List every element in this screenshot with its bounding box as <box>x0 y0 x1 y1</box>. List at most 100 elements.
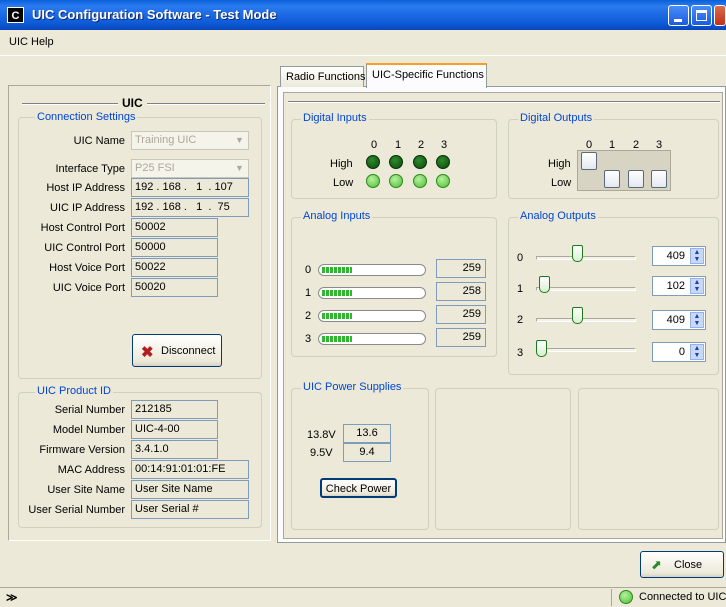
di-2-high-led <box>413 155 427 169</box>
ao-2-value: 409 <box>666 314 685 326</box>
ao-0-slider[interactable] <box>536 256 636 260</box>
ao-3-slider-thumb[interactable] <box>536 340 547 357</box>
ai-0-label: 0 <box>305 264 312 276</box>
di-2-low-led <box>413 174 427 188</box>
uic-voice-port-field[interactable]: 50020 <box>131 278 218 297</box>
minimize-icon <box>674 19 682 22</box>
ao-2-slider[interactable] <box>536 318 636 322</box>
ao-0-value: 409 <box>666 250 685 262</box>
tab-uic-specific[interactable]: UIC-Specific Functions <box>366 63 487 88</box>
serial-number-field: 212185 <box>131 400 218 419</box>
spin-arrows-icon[interactable]: ▲ ▼ <box>690 278 704 294</box>
empty-group-2 <box>578 388 719 530</box>
menu-help[interactable]: Help <box>31 36 54 48</box>
ai-3-bar-fill <box>322 336 352 342</box>
ai-0-value: 259 <box>436 259 486 278</box>
di-1-high-led <box>389 155 403 169</box>
uic-name-combo[interactable]: Training UIC ▼ <box>131 131 249 150</box>
host-ip-field[interactable]: 192 . 168 . 1 . 107 <box>131 178 249 197</box>
di-3-low-led <box>436 174 450 188</box>
minimize-button[interactable] <box>668 5 689 26</box>
di-high-label: High <box>330 158 353 170</box>
maximize-icon <box>696 10 707 21</box>
spin-arrows-icon[interactable]: ▲ ▼ <box>690 248 704 264</box>
do-high-label: High <box>548 158 571 170</box>
uic-control-port-label: UIC Control Port <box>44 242 125 254</box>
uic-name-label: UIC Name <box>73 135 125 147</box>
host-control-port-label: Host Control Port <box>40 222 125 234</box>
connected-led-icon <box>619 590 633 604</box>
ao-1-slider[interactable] <box>536 287 636 291</box>
do-2-switch[interactable] <box>628 170 644 188</box>
do-low-label: Low <box>551 177 572 189</box>
functions-top-line <box>288 101 720 103</box>
ao-3-spinner[interactable]: 0 ▲ ▼ <box>652 342 706 362</box>
ao-0-slider-thumb[interactable] <box>572 245 583 262</box>
power-13v8-value: 13.6 <box>343 424 391 443</box>
uic-group-title: UIC <box>118 96 147 110</box>
analog-inputs-title: Analog Inputs <box>301 210 373 222</box>
host-control-port-field[interactable]: 50002 <box>131 218 218 237</box>
ai-3-label: 3 <box>305 333 312 345</box>
interface-type-combo[interactable]: P25 FSI ▼ <box>131 159 249 178</box>
ao-2-slider-thumb[interactable] <box>572 307 583 324</box>
disconnect-button[interactable]: ✖ Disconnect <box>132 334 222 367</box>
uic-ip-label: UIC IP Address <box>50 202 125 214</box>
spin-arrows-icon[interactable]: ▲ ▼ <box>690 344 704 360</box>
spin-arrows-icon[interactable]: ▲ ▼ <box>690 312 704 328</box>
do-0-switch[interactable] <box>581 152 597 170</box>
di-0-high-led <box>366 155 380 169</box>
ai-1-label: 1 <box>305 287 312 299</box>
menu-uic[interactable]: UIC <box>9 36 28 48</box>
disconnect-label: Disconnect <box>161 345 216 357</box>
ai-0-bar-fill <box>322 267 352 273</box>
serial-number-label: Serial Number <box>54 404 125 416</box>
user-site-name-label: User Site Name <box>47 484 125 496</box>
connection-status: Connected to UIC <box>639 591 726 603</box>
model-number-label: Model Number <box>52 424 125 436</box>
ao-2-spinner[interactable]: 409 ▲ ▼ <box>652 310 706 330</box>
user-site-name-field[interactable]: User Site Name <box>131 480 249 499</box>
firmware-version-field: 3.4.1.0 <box>131 440 218 459</box>
interface-type-value: P25 FSI <box>135 162 175 174</box>
uic-control-port-field[interactable]: 50000 <box>131 238 218 257</box>
do-3-switch[interactable] <box>651 170 667 188</box>
digital-inputs-title: Digital Inputs <box>301 112 369 124</box>
ai-1-bar-fill <box>322 290 352 296</box>
disconnect-icon: ✖ <box>141 344 154 361</box>
uic-ip-field[interactable]: 192 . 168 . 1 . 75 <box>131 198 249 217</box>
ao-1-spinner[interactable]: 102 ▲ ▼ <box>652 276 706 296</box>
do-1-switch[interactable] <box>604 170 620 188</box>
app-icon: C <box>7 7 24 23</box>
ao-1-slider-thumb[interactable] <box>539 276 550 293</box>
connection-settings-title: Connection Settings <box>35 111 138 123</box>
mac-address-field: 00:14:91:01:01:FE <box>131 460 249 479</box>
power-9v5-label: 9.5V <box>310 447 333 459</box>
check-power-button[interactable]: Check Power <box>320 478 397 498</box>
ao-3-slider[interactable] <box>536 348 636 352</box>
product-id-title: UIC Product ID <box>35 385 113 397</box>
empty-group-1 <box>435 388 571 530</box>
analog-outputs-title: Analog Outputs <box>518 210 598 222</box>
host-voice-port-field[interactable]: 50022 <box>131 258 218 277</box>
close-window-button[interactable] <box>714 5 726 26</box>
di-3-high-led <box>436 155 450 169</box>
expand-icon[interactable]: ≫ <box>6 591 18 604</box>
power-13v8-label: 13.8V <box>307 429 336 441</box>
user-serial-number-field[interactable]: User Serial # <box>131 500 249 519</box>
user-serial-number-label: User Serial Number <box>28 504 125 516</box>
menu-bar: UIC Help <box>0 30 726 56</box>
digital-outputs-title: Digital Outputs <box>518 112 595 124</box>
di-col-3: 3 <box>441 139 448 151</box>
maximize-button[interactable] <box>691 5 712 26</box>
status-bar: ≫ Connected to UIC <box>0 587 726 607</box>
uic-voice-port-label: UIC Voice Port <box>52 282 125 294</box>
ao-0-spinner[interactable]: 409 ▲ ▼ <box>652 246 706 266</box>
ai-0-bar <box>318 264 426 276</box>
close-button[interactable]: ⬈ Close <box>640 551 724 578</box>
ai-2-value: 259 <box>436 305 486 324</box>
window-title: UIC Configuration Software - Test Mode <box>32 7 277 22</box>
ai-1-bar <box>318 287 426 299</box>
di-0-low-led <box>366 174 380 188</box>
tab-radio-functions[interactable]: Radio Functions <box>280 66 366 87</box>
